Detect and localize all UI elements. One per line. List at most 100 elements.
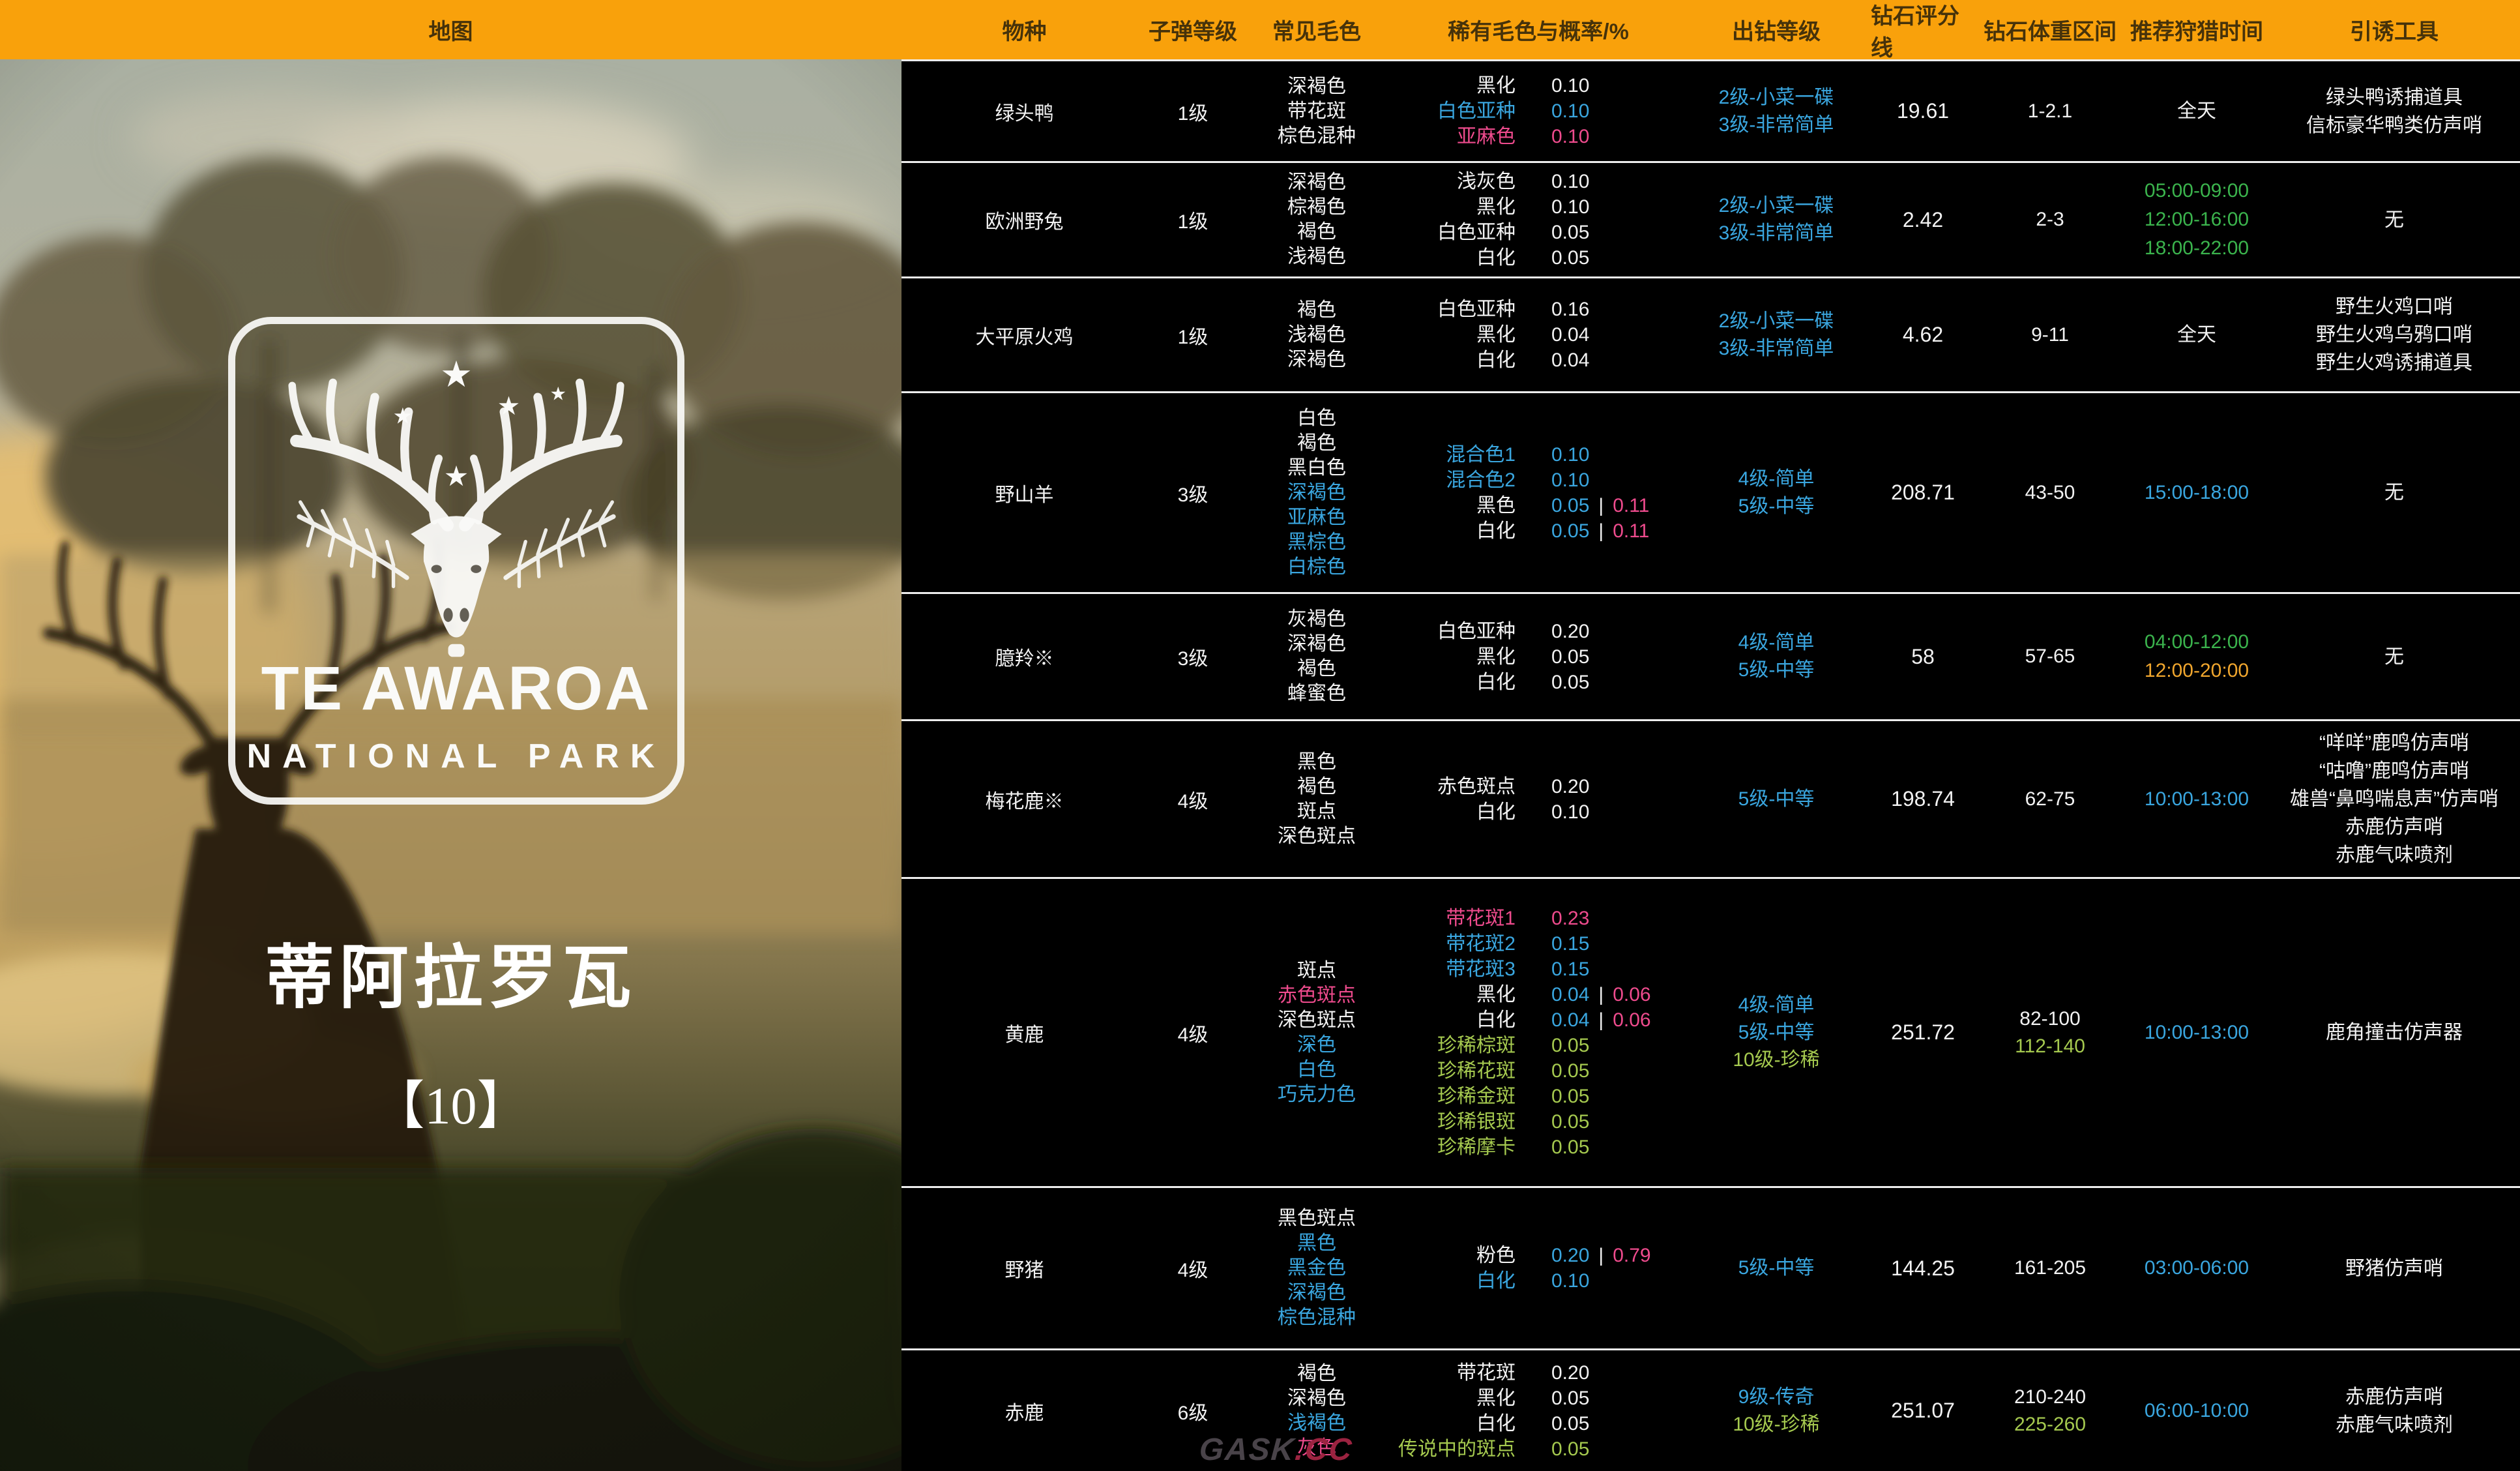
common-fur-line: 棕褐色 <box>1287 195 1346 220</box>
table-row: 梅花鹿※4级黑色褐色斑点深色斑点赤色斑点0.20白化0.105级-中等198.7… <box>901 719 2520 877</box>
rare-fur-value: 0.05 <box>1551 1084 1589 1109</box>
text: 10:00-13:00 <box>2145 1022 2249 1043</box>
lure-cell: 野猪仿声哨 <box>2268 1188 2520 1348</box>
rare-fur-value: 0.06 <box>1613 1007 1650 1033</box>
text: 5级-中等 <box>1738 496 1815 517</box>
score-cell: 251.07 <box>1871 1350 1975 1471</box>
text: 雄兽“鼻鸣喘息声”仿声哨 <box>2290 788 2498 810</box>
hunt-time-line: 18:00-22:00 <box>2145 234 2249 263</box>
rare-fur-line: 粉色0.20|0.79 <box>1395 1243 1682 1268</box>
time-cell: 全天 <box>2125 61 2268 161</box>
text: 赤色斑点 <box>1278 985 1356 1006</box>
rare-fur-label: 黑化 <box>1395 194 1516 220</box>
text: 5级-中等 <box>1738 1257 1815 1279</box>
text: 12:00-16:00 <box>2145 209 2249 230</box>
diamond-level-line: 3级-非常简单 <box>1719 220 1834 247</box>
diamond-score: 4.62 <box>1903 323 1943 347</box>
diamond-cell: 4级-简单5级-中等10级-珍稀 <box>1682 879 1871 1186</box>
rare-fur-values: 0.05 <box>1516 670 1682 695</box>
park-name: 蒂阿拉罗瓦 <box>0 921 901 1022</box>
rare-fur-value: 0.04 <box>1551 1007 1589 1033</box>
text: 白色 <box>1297 408 1336 429</box>
rare-fur-line: 珍稀花斑0.05 <box>1395 1058 1682 1084</box>
diamond-level-line: 10级-珍稀 <box>1733 1411 1819 1438</box>
rare-fur-value: 0.05 <box>1551 1033 1589 1058</box>
species-name: 野山羊 <box>995 479 1054 507</box>
rare-fur-value: 0.05 <box>1551 220 1589 245</box>
common-fur-line: 白色 <box>1297 406 1336 431</box>
rare-fur-line: 黑化0.05 <box>1395 644 1682 670</box>
rare-fur-values: 0.04 <box>1516 322 1682 348</box>
common-fur-line: 褐色 <box>1297 775 1336 799</box>
rare-fur-label: 亚麻色 <box>1395 124 1516 149</box>
text: 9级-传奇 <box>1738 1386 1815 1408</box>
rare-fur-label: 白色亚种 <box>1395 297 1516 322</box>
diamond-weight-line: 82-100 <box>2019 1005 2080 1033</box>
rare-fur-line: 白色亚种0.05 <box>1395 220 1682 245</box>
rare-fur-values: 0.10 <box>1516 169 1682 194</box>
bullet-cell: 1级 <box>1147 278 1238 391</box>
park-logo: ★ ★ ★ ★ ★ <box>228 317 684 805</box>
common-fur-line: 褐色 <box>1297 298 1336 323</box>
time-cell: 03:00-06:00 <box>2125 1188 2268 1348</box>
score-cell: 4.62 <box>1871 278 1975 391</box>
rare-fur-line: 亚麻色0.10 <box>1395 124 1682 149</box>
rare-fur-value: 0.05 <box>1551 644 1589 670</box>
species-cell: 梅花鹿※ <box>901 721 1147 877</box>
species-name: 赤鹿 <box>1005 1397 1044 1425</box>
rare-fur-line: 黑化0.10 <box>1395 194 1682 220</box>
text: 4级-简单 <box>1738 632 1815 653</box>
diamond-level-line: 3级-非常简单 <box>1719 111 1834 139</box>
rare-fur-line: 白化0.05 <box>1395 670 1682 695</box>
diamond-weight-line: 43-50 <box>2025 479 2075 507</box>
diamond-weight-line: 1-2.1 <box>2028 98 2072 125</box>
bullet-level: 1级 <box>1178 321 1209 349</box>
rare-fur-label: 白化 <box>1395 799 1516 825</box>
species-cell: 臆羚※ <box>901 594 1147 719</box>
text: 褐色 <box>1297 221 1336 243</box>
text: 褐色 <box>1297 658 1336 679</box>
lure-line: 赤鹿仿声哨 <box>2345 813 2443 841</box>
lure-line: 赤鹿仿声哨 <box>2345 1383 2443 1411</box>
page: 地图 物种 子弹等级 常见毛色 稀有毛色与概率/% 出钻等级 钻石评分线 钻石体… <box>0 0 2520 1471</box>
rare-fur-value: 0.04 <box>1551 982 1589 1007</box>
rare-fur-value: 0.20 <box>1551 619 1589 644</box>
hunt-time-line: 15:00-18:00 <box>2145 479 2249 507</box>
rare-fur-value: 0.05 <box>1551 518 1589 544</box>
common-fur-line: 浅褐色 <box>1287 245 1346 269</box>
rare-fur-line: 黑化0.04|0.06 <box>1395 982 1682 1007</box>
text: 褐色 <box>1297 776 1336 797</box>
rare-fur-line: 白色亚种0.16 <box>1395 297 1682 322</box>
lure-line: 野生火鸡乌鸦口哨 <box>2316 321 2472 349</box>
rare-fur-label: 珍稀金斑 <box>1395 1084 1516 1109</box>
rare-fur-line: 白化0.04 <box>1395 348 1682 373</box>
rare-fur-values: 0.05 <box>1516 1135 1682 1160</box>
rare-fur-value: 0.11 <box>1613 493 1649 518</box>
text: 15:00-18:00 <box>2145 482 2249 503</box>
text: 无 <box>2384 209 2404 231</box>
text: 210-240 <box>2014 1386 2086 1408</box>
rare-fur-label: 白化 <box>1395 348 1516 373</box>
logo-title: TE AWAROA <box>235 653 677 724</box>
diamond-level-line: 10级-珍稀 <box>1733 1047 1819 1074</box>
table-header: 地图 物种 子弹等级 常见毛色 稀有毛色与概率/% 出钻等级 钻石评分线 钻石体… <box>0 0 2520 59</box>
lure-line: 无 <box>2384 643 2404 671</box>
common-fur-line: 黑白色 <box>1287 456 1346 481</box>
hunt-time-line: 全天 <box>2177 97 2216 126</box>
diamond-level-line: 3级-非常简单 <box>1719 335 1834 363</box>
text: 野生火鸡乌鸦口哨 <box>2316 324 2472 346</box>
text: 3级-非常简单 <box>1719 114 1834 136</box>
rare-fur-label: 白化 <box>1395 245 1516 271</box>
rare-fur-line: 带花斑20.15 <box>1395 931 1682 957</box>
rare-fur-value: 0.05 <box>1551 245 1589 271</box>
text: 3级-非常简单 <box>1719 338 1834 359</box>
common-fur-line: 斑点 <box>1297 799 1336 824</box>
common-fur-line: 深褐色 <box>1287 170 1346 195</box>
rare-fur-value: 0.05 <box>1551 1058 1589 1084</box>
diamond-weight-line: 161-205 <box>2014 1255 2086 1282</box>
diamond-score: 58 <box>1911 645 1935 669</box>
rare-cell: 混合色10.10混合色20.10黑色0.05|0.11白化0.05|0.11 <box>1395 393 1682 592</box>
lure-line: 雄兽“鼻鸣喘息声”仿声哨 <box>2290 785 2498 813</box>
rare-fur-value: 0.05 <box>1551 493 1589 518</box>
text: 10级-珍稀 <box>1733 1049 1819 1071</box>
